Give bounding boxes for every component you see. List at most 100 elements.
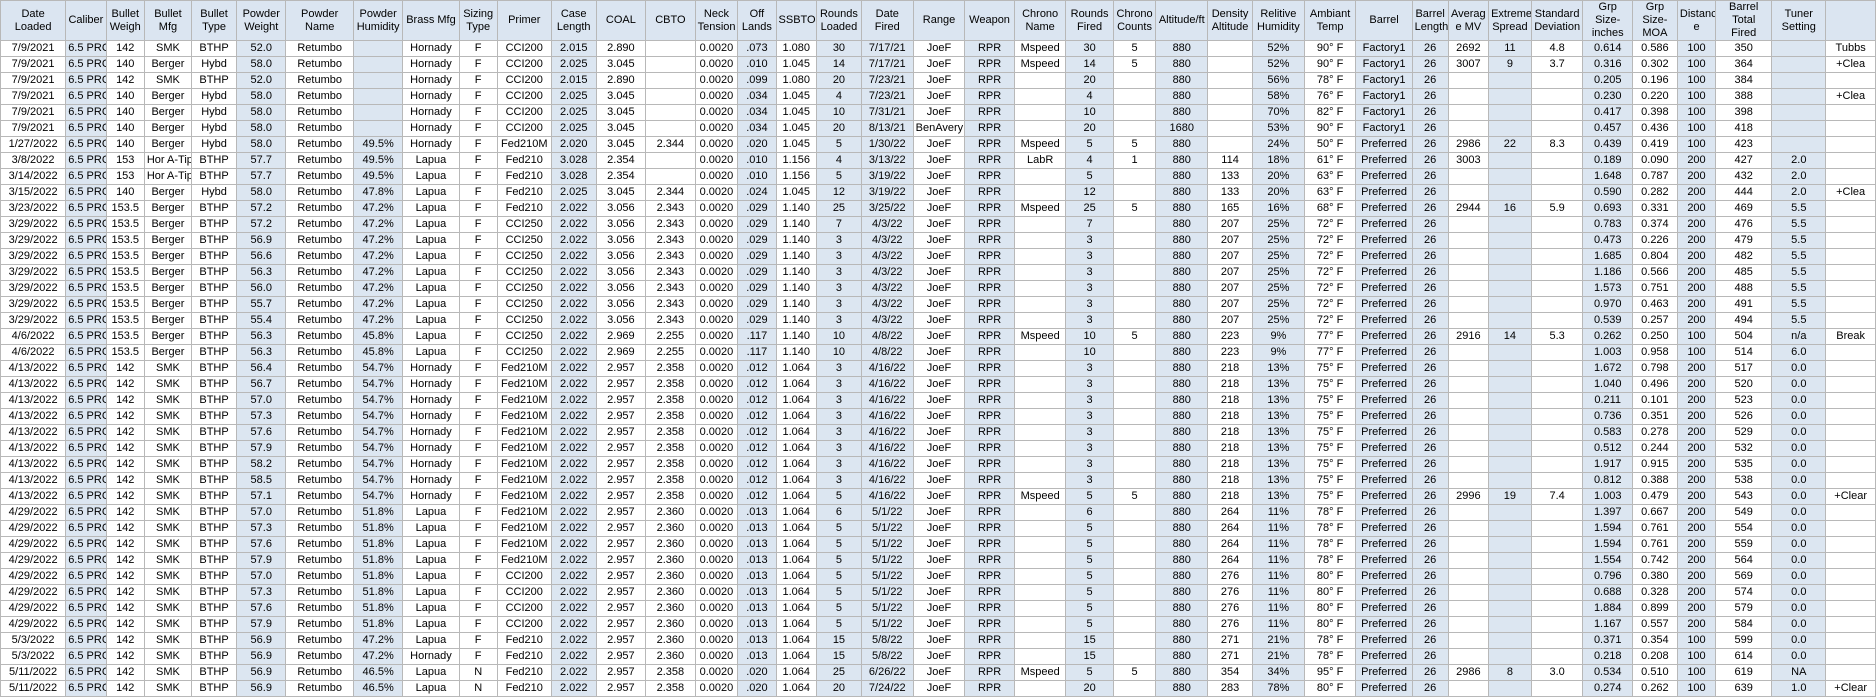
cell[interactable]	[1530, 520, 1584, 537]
cell[interactable]: Fed210	[496, 664, 552, 681]
cell[interactable]: Retumbo	[285, 72, 354, 89]
cell[interactable]: 1.648	[1582, 168, 1633, 185]
cell[interactable]: 1.186	[1582, 264, 1633, 281]
cell[interactable]: 4/16/22	[860, 488, 914, 505]
cell[interactable]: 6.5 PRC	[65, 120, 107, 137]
cell[interactable]: Hornady	[402, 376, 460, 393]
cell[interactable]: 72° F	[1303, 312, 1357, 329]
cell[interactable]: 47.2%	[352, 248, 404, 265]
cell[interactable]: 0.798	[1631, 360, 1678, 377]
cell[interactable]: 20	[815, 72, 862, 89]
cell[interactable]: Hornady	[402, 440, 460, 457]
cell[interactable]	[1825, 296, 1876, 313]
cell[interactable]: 46.5%	[352, 664, 404, 681]
cell[interactable]: 26	[1411, 248, 1449, 265]
cell[interactable]: 0.0020	[694, 440, 739, 457]
cell[interactable]: Factory1	[1355, 72, 1413, 89]
cell[interactable]: 47.2%	[352, 200, 404, 217]
cell[interactable]: 0.439	[1582, 136, 1633, 153]
cell[interactable]: Preferred	[1355, 168, 1413, 185]
cell[interactable]: 6.5 PRC	[65, 504, 107, 521]
cell[interactable]: 56.9	[236, 664, 287, 681]
cell[interactable]: 5	[1065, 568, 1114, 585]
cell[interactable]: 2.358	[645, 408, 696, 425]
cell[interactable]: 4/3/22	[860, 296, 914, 313]
cell[interactable]: 4/13/2022	[0, 424, 67, 441]
cell[interactable]	[1825, 456, 1876, 473]
cell[interactable]: 2.022	[550, 680, 597, 697]
cell[interactable]: SMK	[143, 472, 193, 489]
cell[interactable]: 2.358	[645, 440, 696, 457]
cell[interactable]	[1825, 72, 1876, 89]
cell[interactable]: Berger	[143, 200, 193, 217]
cell[interactable]: 6.5 PRC	[65, 488, 107, 505]
cell[interactable]: 0.0020	[694, 632, 739, 649]
cell[interactable]	[1447, 344, 1490, 361]
cell[interactable]	[1013, 616, 1067, 633]
cell[interactable]: 880	[1155, 664, 1209, 681]
cell[interactable]	[1112, 168, 1157, 185]
cell[interactable]: 2.025	[550, 56, 597, 73]
cell[interactable]: 4/16/22	[860, 376, 914, 393]
cell[interactable]: 3/29/2022	[0, 280, 67, 297]
cell[interactable]: RPR	[964, 312, 1015, 329]
cell[interactable]: 4/8/22	[860, 344, 914, 361]
cell[interactable]	[1825, 536, 1876, 553]
cell[interactable]: 2.022	[550, 200, 597, 217]
cell[interactable]: 880	[1155, 568, 1209, 585]
cell[interactable]: 0.590	[1582, 184, 1633, 201]
cell[interactable]: 5	[1065, 600, 1114, 617]
cell[interactable]: 4/16/22	[860, 440, 914, 457]
cell[interactable]: 523	[1715, 392, 1773, 409]
cell[interactable]: 564	[1715, 552, 1773, 569]
cell[interactable]: 517	[1715, 360, 1773, 377]
cell[interactable]: 49.5%	[352, 136, 404, 153]
cell[interactable]: 142	[105, 632, 145, 649]
cell[interactable]: 133	[1207, 168, 1254, 185]
cell[interactable]: 1.040	[1582, 376, 1633, 393]
cell[interactable]: 6	[815, 504, 862, 521]
cell[interactable]: 0.220	[1631, 88, 1678, 105]
cell[interactable]: 47.2%	[352, 280, 404, 297]
cell[interactable]: Retumbo	[285, 472, 354, 489]
cell[interactable]: Retumbo	[285, 520, 354, 537]
cell[interactable]: 75° F	[1303, 360, 1357, 377]
cell[interactable]: Preferred	[1355, 472, 1413, 489]
cell[interactable]: Fed210M	[496, 488, 552, 505]
cell[interactable]: 504	[1715, 328, 1773, 345]
cell[interactable]: RPR	[964, 392, 1015, 409]
cell[interactable]: F	[458, 376, 498, 393]
cell[interactable]: 2.358	[645, 680, 696, 697]
cell[interactable]: 26	[1411, 200, 1449, 217]
cell[interactable]	[1825, 120, 1876, 137]
cell[interactable]: 6.5 PRC	[65, 152, 107, 169]
cell[interactable]: 15	[1065, 632, 1114, 649]
cell[interactable]: 200	[1676, 264, 1717, 281]
cell[interactable]	[1825, 408, 1876, 425]
cell[interactable]: BTHP	[191, 616, 238, 633]
cell[interactable]: Retumbo	[285, 56, 354, 73]
cell[interactable]: 153.5	[105, 296, 145, 313]
cell[interactable]: 2.360	[645, 600, 696, 617]
cell[interactable]: 569	[1715, 568, 1773, 585]
cell[interactable]: 4/13/2022	[0, 440, 67, 457]
cell[interactable]: 444	[1715, 184, 1773, 201]
cell[interactable]: RPR	[964, 344, 1015, 361]
cell[interactable]: 0.0020	[694, 648, 739, 665]
cell[interactable]: 142	[105, 456, 145, 473]
cell[interactable]: 200	[1676, 184, 1717, 201]
cell[interactable]: .012	[737, 408, 777, 425]
cell[interactable]: F	[458, 584, 498, 601]
cell[interactable]: 4/16/22	[860, 392, 914, 409]
cell[interactable]	[1825, 360, 1876, 377]
cell[interactable]	[1771, 136, 1827, 153]
cell[interactable]: 142	[105, 72, 145, 89]
cell[interactable]	[1207, 120, 1254, 137]
cell[interactable]	[1530, 296, 1584, 313]
cell[interactable]: 2.358	[645, 488, 696, 505]
cell[interactable]: BTHP	[191, 456, 238, 473]
cell[interactable]: 26	[1411, 56, 1449, 73]
cell[interactable]	[1825, 520, 1876, 537]
cell[interactable]: 26	[1411, 552, 1449, 569]
cell[interactable]	[1207, 104, 1254, 121]
